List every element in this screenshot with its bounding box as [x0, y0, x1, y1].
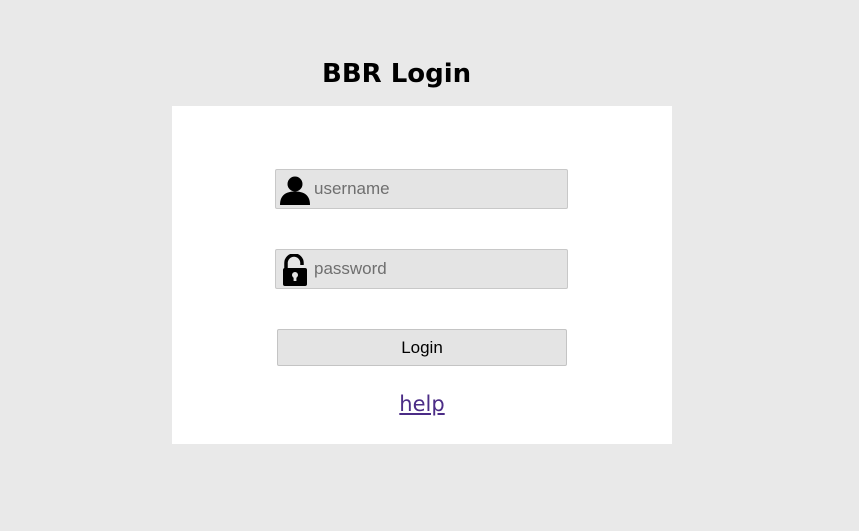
username-input[interactable]: [314, 170, 564, 208]
password-field[interactable]: [275, 249, 568, 289]
padlock-icon: [283, 254, 307, 286]
user-icon: [280, 176, 310, 205]
login-button[interactable]: Login: [277, 329, 567, 366]
login-panel: Login help: [172, 106, 672, 444]
username-field[interactable]: [275, 169, 568, 209]
page-title: BBR Login: [322, 59, 472, 89]
help-link[interactable]: help: [172, 392, 672, 416]
password-input[interactable]: [314, 250, 564, 288]
